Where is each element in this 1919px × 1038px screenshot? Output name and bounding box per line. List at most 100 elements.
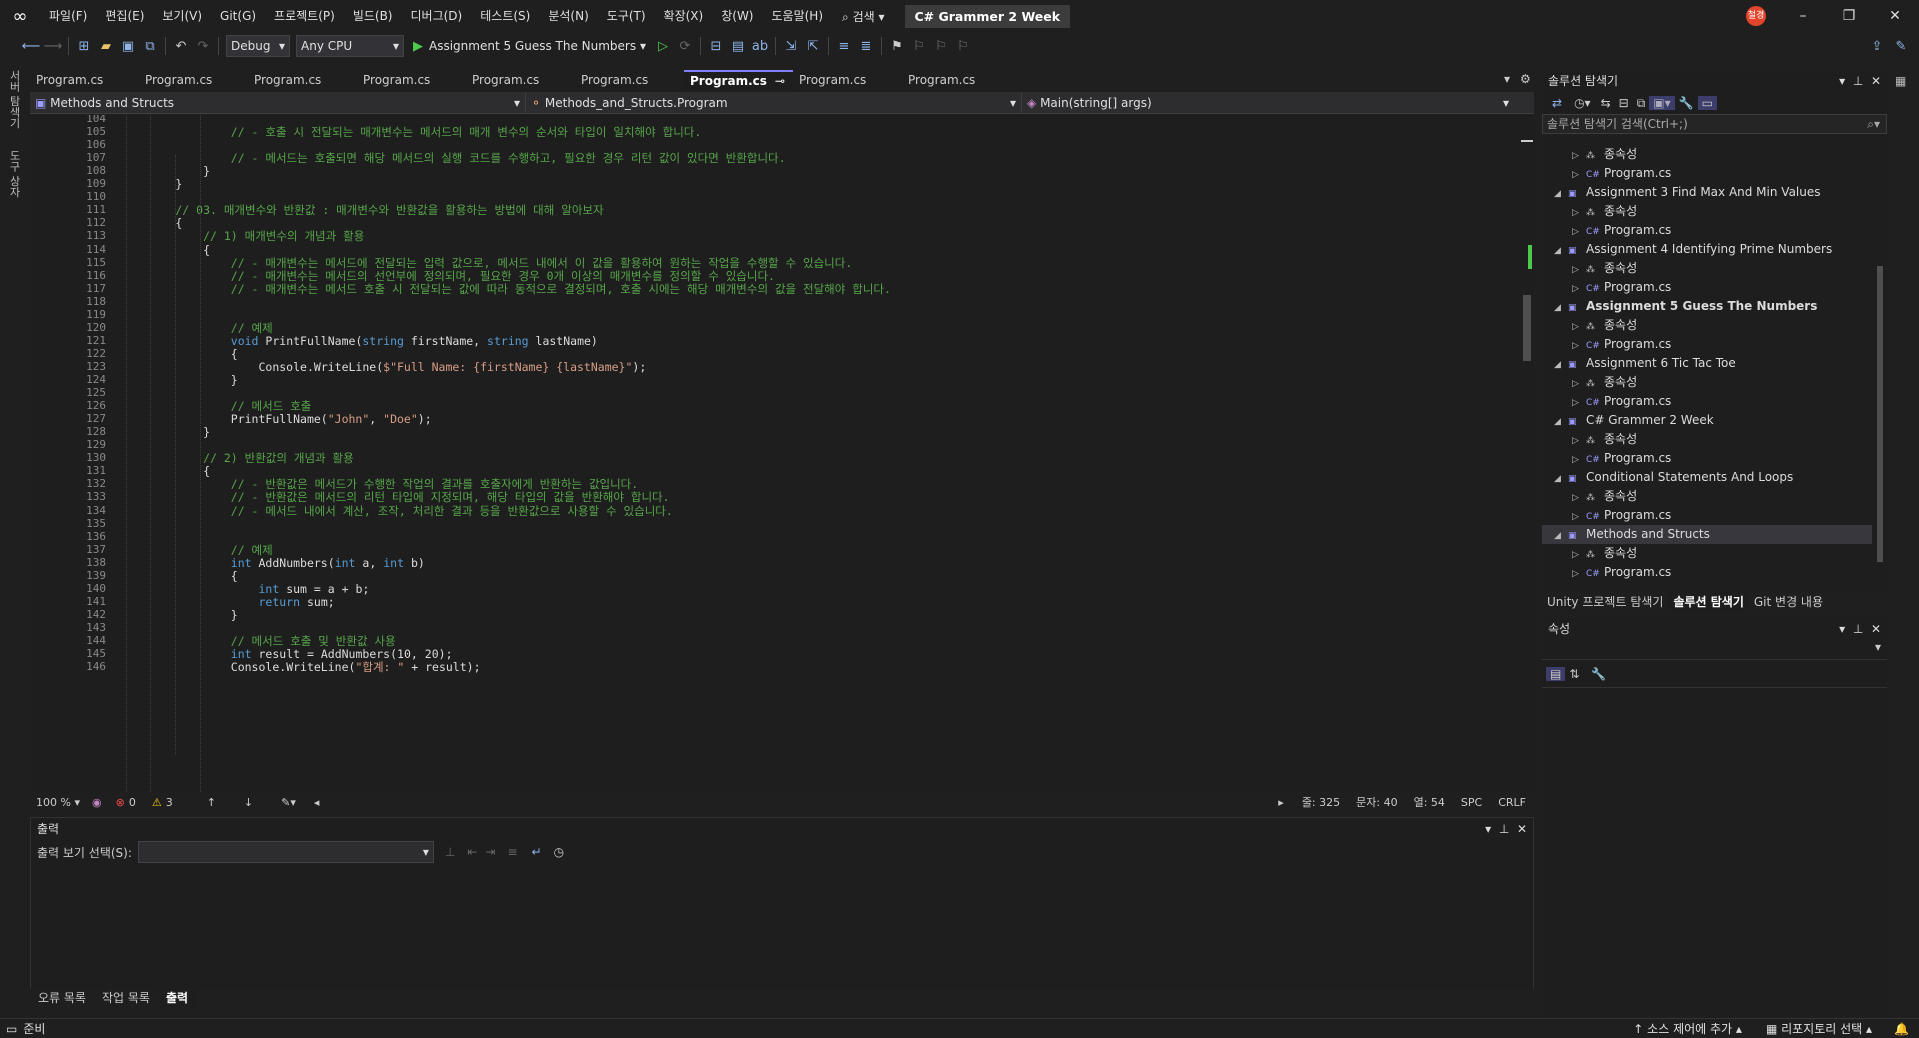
tab-program-cs[interactable]: Program.cs xyxy=(575,70,684,90)
tab-program-cs[interactable]: Program.cs xyxy=(902,70,1011,90)
se-tab[interactable]: Unity 프로젝트 탐색기 xyxy=(1542,592,1668,612)
tree-item[interactable]: ◢ ▣ Conditional Statements And Loops xyxy=(1542,468,1872,487)
filter-icon[interactable]: ▣▾ xyxy=(1649,96,1675,110)
clock-icon[interactable]: ◷ xyxy=(548,845,570,859)
sync-icon[interactable]: ⇆ xyxy=(1597,96,1615,110)
tab-program-cs[interactable]: Program.cs xyxy=(30,70,139,90)
hot-reload-icon[interactable]: ⟳ xyxy=(674,35,696,57)
alphabetical-icon[interactable]: ⇅ xyxy=(1565,667,1583,681)
toolbox-tab[interactable]: 도구 상자 xyxy=(6,150,22,198)
menu-item[interactable]: 프로젝트(P) xyxy=(265,0,344,32)
output-source-combo[interactable]: ▾ xyxy=(137,841,434,863)
menu-item[interactable]: 분석(N) xyxy=(539,0,597,32)
next-issue-icon[interactable]: ↓ xyxy=(230,796,267,809)
type-combo[interactable]: ⚬ Methods_and_Structs.Program ▾ xyxy=(526,92,1022,113)
minimize-icon[interactable]: – xyxy=(1780,0,1826,32)
close-icon[interactable]: ✕ xyxy=(1872,0,1918,32)
tab-overflow-icon[interactable]: ▾ xyxy=(1504,72,1510,86)
dropdown-icon[interactable]: ▾ xyxy=(1485,822,1491,836)
tree-item[interactable]: ▷ ⁂ 종속성 xyxy=(1542,544,1872,563)
tree-item[interactable]: ▷ C# Program.cs xyxy=(1542,335,1872,354)
whitespace-indicator[interactable]: SPC xyxy=(1453,796,1490,809)
error-icon[interactable]: ⊗ xyxy=(116,796,125,809)
tree-item[interactable]: ▷ C# Program.cs xyxy=(1542,563,1872,582)
step-icon[interactable]: ⇲ xyxy=(780,35,802,57)
tab-program-cs[interactable]: Program.cs xyxy=(357,70,466,90)
switch-views-icon[interactable]: ⇄ xyxy=(1546,96,1568,110)
pin-icon[interactable]: ⊥ xyxy=(1853,622,1863,636)
menu-item[interactable]: 테스트(S) xyxy=(471,0,539,32)
menu-item[interactable]: 디버그(D) xyxy=(402,0,472,32)
undo-icon[interactable]: ↶ xyxy=(170,35,192,57)
platform-combo[interactable]: Any CPU ▾ xyxy=(296,35,404,57)
project-combo[interactable]: ▣ Methods and Structs ▾ xyxy=(30,92,526,113)
menu-item[interactable]: 편집(E) xyxy=(96,0,153,32)
restore-icon[interactable]: ❐ xyxy=(1826,0,1872,32)
collapsed-arrow-icon[interactable]: ▷ xyxy=(1572,565,1586,584)
close-panel-icon[interactable]: ✕ xyxy=(1871,74,1881,88)
menu-item[interactable]: 창(W) xyxy=(712,0,762,32)
scroll-right-icon[interactable]: ▸ xyxy=(1268,796,1294,809)
editor-scrollbar[interactable] xyxy=(1520,115,1534,792)
tree-item[interactable]: ◢ ▣ Methods and Structs xyxy=(1542,525,1872,544)
find-icon[interactable]: ⊥ xyxy=(437,845,463,859)
tree-item[interactable]: ▷ ⁂ 종속성 xyxy=(1542,145,1872,164)
share-icon[interactable]: ⇪ xyxy=(1866,35,1888,57)
tab-active-program-cs[interactable]: Program.cs⊸✕ xyxy=(684,70,793,90)
search-button[interactable]: ⌕ 검색 ▾ xyxy=(832,8,894,25)
code-editor[interactable]: 104 105 // - 호출 시 전달되는 매개변수는 메서드의 매개 변수의 … xyxy=(30,115,1520,792)
forward-icon[interactable]: ⟶ xyxy=(42,35,64,57)
server-explorer-tab[interactable]: 서버 탐색기 xyxy=(6,70,22,129)
bottom-tab[interactable]: 작업 목록 xyxy=(94,988,158,1008)
collapse-all-icon[interactable]: ⊟ xyxy=(1615,96,1633,110)
properties-wrench-icon[interactable]: 🔧 xyxy=(1675,96,1698,110)
tree-item[interactable]: ▷ ⁂ 종속성 xyxy=(1542,202,1872,221)
prev-message-icon[interactable]: ⇤ xyxy=(463,845,481,859)
line-indicator[interactable]: 줄: 325 xyxy=(1294,794,1348,810)
save-all-icon[interactable]: ⧉ xyxy=(139,35,161,57)
dropdown-icon[interactable]: ▾ xyxy=(1839,74,1845,88)
pin-icon[interactable]: ⊥ xyxy=(1499,822,1509,836)
tree-item[interactable]: ◢ ▣ Assignment 3 Find Max And Min Values xyxy=(1542,183,1872,202)
cleanup-icon[interactable]: ✎▾ xyxy=(267,796,310,809)
se-tab[interactable]: Git 변경 내용 xyxy=(1749,592,1828,612)
back-icon[interactable]: ⟵ xyxy=(20,35,42,57)
scroll-thumb[interactable] xyxy=(1523,295,1531,361)
property-pages-icon[interactable]: 🔧 xyxy=(1583,667,1614,681)
menu-item[interactable]: 빌드(B) xyxy=(344,0,402,32)
tab-program-cs[interactable]: Program.cs xyxy=(466,70,575,90)
show-all-files-icon[interactable]: ⧉ xyxy=(1633,96,1650,111)
close-panel-icon[interactable]: ✕ xyxy=(1871,622,1881,636)
dropdown-icon[interactable]: ▾ xyxy=(1839,622,1845,636)
save-icon[interactable]: ▣ xyxy=(117,35,139,57)
menu-item[interactable]: Git(G) xyxy=(211,0,265,32)
member-combo[interactable]: ◈ Main(string[] args) ▾ xyxy=(1022,93,1514,113)
select-repo-button[interactable]: ▦ 리포지토리 선택 ▴ xyxy=(1754,1020,1884,1037)
pin-icon[interactable]: ⊥ xyxy=(1853,74,1863,88)
tree-item[interactable]: ▷ ⁂ 종속성 xyxy=(1542,316,1872,335)
status-output-icon[interactable]: ▭ xyxy=(0,1022,23,1036)
tree-item[interactable]: ▷ ⁂ 종속성 xyxy=(1542,373,1872,392)
categorized-icon[interactable]: ▤ xyxy=(1546,666,1566,681)
copilot-icon[interactable]: ◉ xyxy=(86,796,116,809)
tree-item[interactable]: ◢ ▣ Assignment 5 Guess The Numbers xyxy=(1542,297,1872,316)
line-ending-indicator[interactable]: CRLF xyxy=(1490,796,1534,809)
tab-program-cs[interactable]: Program.cs xyxy=(139,70,248,90)
tree-item[interactable]: ▷ ⁂ 종속성 xyxy=(1542,430,1872,449)
redo-icon[interactable]: ↷ xyxy=(192,35,214,57)
pin-icon[interactable]: ⊸ xyxy=(775,72,785,90)
clear-bookmark-icon[interactable]: ⚐ xyxy=(952,35,974,57)
bookmark-icon[interactable]: ⚑ xyxy=(886,35,908,57)
tree-item[interactable]: ▷ C# Program.cs xyxy=(1542,506,1872,525)
se-search-input[interactable]: 솔루션 탐색기 검색(Ctrl+;) ⌕▾ xyxy=(1542,114,1887,134)
char-indicator[interactable]: 문자: 40 xyxy=(1348,794,1405,810)
zoom-combo[interactable]: 100 % ▾ xyxy=(30,796,86,809)
tree-item[interactable]: ◢ ▣ Assignment 6 Tic Tac Toe xyxy=(1542,354,1872,373)
feedback-icon[interactable]: ✎ xyxy=(1890,35,1912,57)
tree-item[interactable]: ▷ ⁂ 종속성 xyxy=(1542,487,1872,506)
bell-icon[interactable]: 🔔 xyxy=(1884,1022,1919,1036)
history-icon[interactable]: ◷▾ xyxy=(1568,96,1597,110)
browser-icon[interactable]: ⊟ xyxy=(705,35,727,57)
menu-item[interactable]: 확장(X) xyxy=(655,0,713,32)
bottom-tab[interactable]: 오류 목록 xyxy=(30,988,94,1008)
